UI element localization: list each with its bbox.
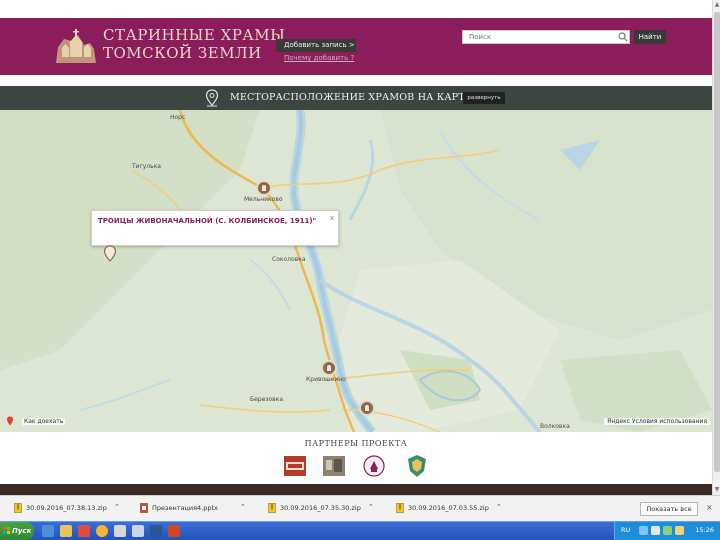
chevron-up-icon[interactable]: ⌃ [240, 503, 246, 511]
pptx-icon [140, 503, 148, 513]
partner-logo-seal[interactable] [362, 454, 386, 478]
scroll-thumb[interactable] [714, 12, 720, 472]
footer-band [0, 484, 712, 495]
map-credit[interactable]: Яндекс Условия использования [604, 418, 710, 425]
windows-logo-icon [3, 527, 10, 534]
search-icon[interactable] [618, 32, 628, 42]
media-icon[interactable] [78, 525, 90, 537]
network-icon[interactable] [639, 526, 648, 535]
partner-logo-emblem[interactable] [405, 454, 429, 478]
partner-logo-photo[interactable] [322, 454, 346, 478]
how-to-add-link[interactable]: Почему добавить ? [284, 54, 354, 62]
ie-icon[interactable] [42, 525, 54, 537]
popup-church-title[interactable]: ТРОИЦЫ ЖИВОНАЧАЛЬНОЙ (С. КОЛБИНСКОЕ, 191… [98, 216, 330, 226]
add-record-button[interactable]: Добавить запись > [276, 39, 356, 52]
location-pin-icon [205, 89, 219, 107]
scroll-down-icon[interactable]: ▼ [714, 486, 720, 494]
browser-page: ▲ ▼ СТАРИННЫЕ ХРАМЫ ТОМСКОЙ ЗЕМЛИ Добави… [0, 0, 720, 540]
app-icon[interactable] [114, 525, 126, 537]
language-indicator[interactable]: RU [621, 526, 630, 534]
scroll-up-icon[interactable]: ▲ [714, 1, 720, 9]
church-marker[interactable] [321, 360, 337, 376]
place-label: Березовка [250, 396, 284, 403]
windows-taskbar: Пуск RU 15:26 [0, 521, 720, 540]
download-item[interactable]: Презентация4.pptx ⌃ [140, 503, 246, 515]
map-section-title: МЕСТОРАСПОЛОЖЕНИЕ ХРАМОВ НА КАРТЕ [230, 92, 473, 103]
site-header: СТАРИННЫЕ ХРАМЫ ТОМСКОЙ ЗЕМЛИ Добавить з… [0, 18, 712, 75]
zip-icon [14, 503, 22, 513]
place-label: Тигулька [132, 163, 161, 170]
chevron-up-icon[interactable]: ⌃ [114, 503, 120, 511]
zip-icon [396, 503, 404, 513]
directions-link[interactable]: Как доехать [22, 418, 66, 425]
place-label: Волковка [540, 423, 570, 430]
search-button[interactable]: Найти [634, 30, 666, 44]
partners-title: ПАРТНЕРЫ ПРОЕКТА [304, 439, 408, 448]
tray-app-icon[interactable] [663, 526, 672, 535]
page-scrollbar[interactable]: ▲ ▼ [712, 0, 720, 495]
church-popup[interactable]: ТРОИЦЫ ЖИВОНАЧАЛЬНОЙ (С. КОЛБИНСКОЕ, 191… [91, 210, 339, 246]
window-icon[interactable] [132, 525, 144, 537]
download-filename: 30.09.2016_07.38.13.zip [26, 504, 107, 512]
chevron-up-icon[interactable]: ⌃ [368, 503, 374, 511]
chevron-up-icon[interactable]: ⌃ [496, 503, 502, 511]
word-icon[interactable] [150, 525, 162, 537]
church-marker[interactable] [359, 400, 375, 416]
download-filename: 30.09.2016_07.35.30.zip [280, 504, 361, 512]
site-logo-text[interactable]: СТАРИННЫЕ ХРАМЫ ТОМСКОЙ ЗЕМЛИ [103, 26, 285, 62]
download-item[interactable]: 30.09.2016_07.35.30.zip ⌃ [268, 503, 374, 515]
map-section-bar: МЕСТОРАСПОЛОЖЕНИЕ ХРАМОВ НА КАРТЕ развер… [0, 86, 712, 110]
start-button[interactable]: Пуск [0, 522, 34, 540]
tray-app-icon[interactable] [675, 526, 684, 535]
place-label: Кривошеино [306, 376, 346, 383]
partner-logo-tuze[interactable] [283, 454, 307, 478]
top-strip [0, 0, 712, 18]
logo-line-1: СТАРИННЫЕ ХРАМЫ [103, 26, 286, 44]
map-view[interactable]: Норс Тигулька Мельниково Соколовка Криво… [0, 110, 712, 432]
place-label: Норс [170, 114, 186, 121]
map-terrain [0, 110, 712, 432]
download-item[interactable]: 30.09.2016_07.38.13.zip ⌃ [14, 503, 120, 515]
start-label: Пуск [12, 527, 32, 535]
close-icon[interactable]: x [330, 214, 334, 222]
search-input[interactable] [462, 30, 630, 44]
close-icon[interactable]: × [706, 503, 713, 512]
expand-map-button[interactable]: развернуть [463, 92, 505, 104]
map-pin-icon[interactable] [103, 245, 117, 263]
place-label: Соколовка [272, 256, 306, 263]
location-pin-icon [7, 416, 13, 426]
download-filename: 30.09.2016_07.03.55.zip [408, 504, 489, 512]
powerpoint-icon[interactable] [168, 525, 180, 537]
download-item[interactable]: 30.09.2016_07.03.55.zip ⌃ [396, 503, 502, 515]
church-marker[interactable] [256, 180, 272, 196]
place-label: Мельниково [244, 196, 283, 203]
folder-icon[interactable] [60, 525, 72, 537]
system-tray: RU 15:26 [614, 522, 720, 540]
downloads-bar: 30.09.2016_07.38.13.zip ⌃ Презентация4.p… [0, 495, 720, 521]
logo-line-2: ТОМСКОЙ ЗЕМЛИ [103, 44, 262, 62]
volume-icon[interactable] [651, 526, 660, 535]
church-logo-icon[interactable] [54, 25, 98, 65]
clock[interactable]: 15:26 [695, 526, 714, 534]
zip-icon [268, 503, 276, 513]
chrome-icon[interactable] [96, 525, 108, 537]
download-filename: Презентация4.pptx [152, 504, 218, 512]
show-all-downloads-button[interactable]: Показать все [640, 502, 698, 516]
partners-section: ПАРТНЕРЫ ПРОЕКТА [0, 432, 712, 484]
